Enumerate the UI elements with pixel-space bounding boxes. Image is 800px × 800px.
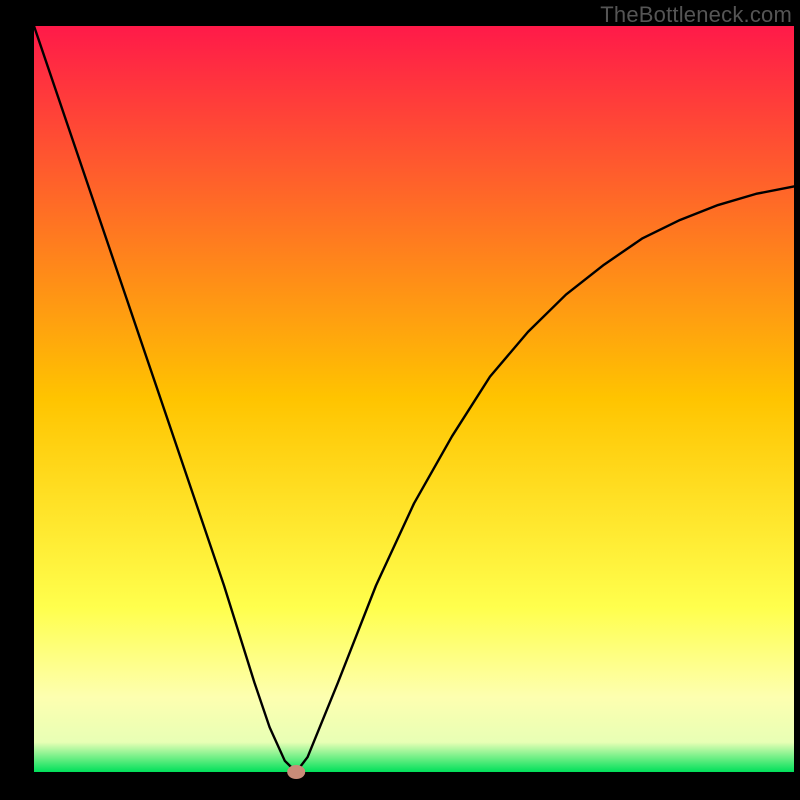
watermark-text: TheBottleneck.com: [600, 2, 792, 28]
optimal-marker: [287, 765, 305, 779]
chart-svg: [0, 0, 800, 800]
plot-background: [34, 26, 794, 772]
chart-container: TheBottleneck.com: [0, 0, 800, 800]
plot-area: [34, 26, 794, 779]
